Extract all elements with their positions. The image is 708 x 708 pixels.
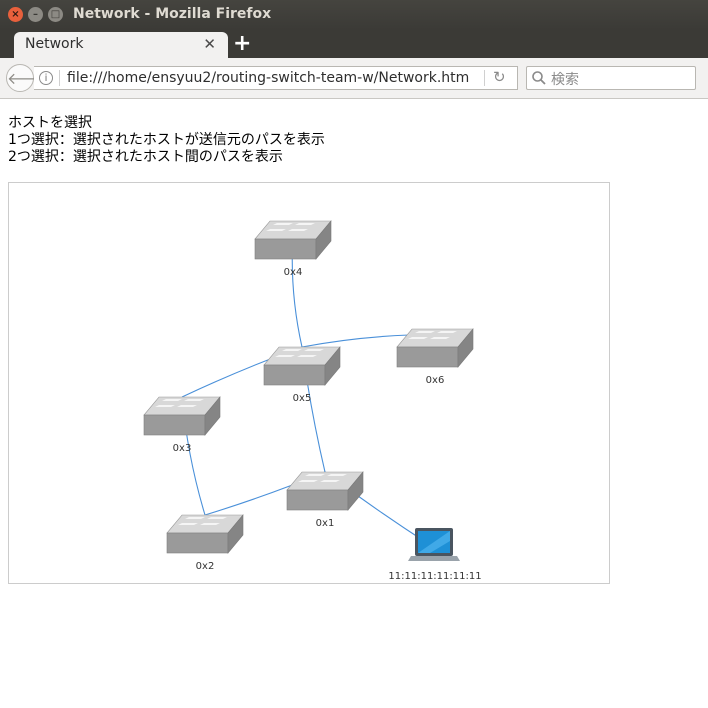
- search-icon: [532, 71, 546, 85]
- switch-node-0x3[interactable]: 0x3: [143, 396, 221, 454]
- switch-front: [286, 489, 349, 511]
- network-graph: 0x4 0x5 0x6 0x3 0x1 0x2 11:11:11:11:11:11: [143, 220, 482, 582]
- instructions: ホストを選択 1つ選択：選択されたホストが送信元のパスを表示 2つ選択：選択され…: [8, 115, 325, 166]
- url-separator: [59, 70, 60, 86]
- node-label: 0x6: [426, 375, 445, 386]
- node-label: 0x3: [173, 443, 192, 454]
- switch-node-0x4[interactable]: 0x4: [254, 220, 332, 278]
- navigation-bar: 🡐 i file:///home/ensyuu2/routing-switch-…: [0, 58, 708, 99]
- tab-bar: Network ✕ +: [0, 30, 708, 58]
- switch-front: [254, 238, 317, 260]
- switch-node-0x1[interactable]: 0x1: [286, 471, 364, 529]
- tab-label: Network: [25, 36, 84, 52]
- minimize-window-button[interactable]: –: [28, 7, 43, 22]
- maximize-window-button[interactable]: □: [48, 7, 63, 22]
- title-bar: × – □ Network - Mozilla Firefox: [0, 0, 708, 30]
- tab-network[interactable]: Network ✕: [14, 32, 228, 58]
- switch-front: [166, 532, 229, 554]
- instruction-line-1: ホストを選択: [8, 115, 92, 131]
- close-window-button[interactable]: ×: [8, 7, 23, 22]
- close-tab-icon[interactable]: ✕: [203, 35, 216, 53]
- switch-node-0x5[interactable]: 0x5: [263, 346, 341, 404]
- url-bar[interactable]: i file:///home/ensyuu2/routing-switch-te…: [34, 66, 518, 90]
- host-node[interactable]: 11:11:11:11:11:11: [388, 528, 482, 582]
- window-title: Network - Mozilla Firefox: [73, 6, 272, 22]
- link-0x5-0x6: [301, 334, 410, 348]
- network-canvas: 0x4 0x5 0x6 0x3 0x1 0x2 11:11:11:11:11:11: [8, 182, 610, 584]
- node-label: 0x4: [284, 267, 303, 278]
- url-text[interactable]: file:///home/ensyuu2/routing-switch-team…: [67, 70, 469, 86]
- laptop-base: [408, 556, 460, 561]
- switch-node-0x6[interactable]: 0x6: [396, 328, 474, 386]
- reload-icon[interactable]: ↻: [493, 68, 506, 86]
- switch-front: [263, 364, 326, 386]
- switch-front: [143, 414, 206, 436]
- node-label: 0x5: [293, 393, 312, 404]
- instruction-line-2: 1つ選択：選択されたホストが送信元のパスを表示: [8, 132, 325, 148]
- switch-front: [396, 346, 459, 368]
- node-label: 0x2: [196, 561, 215, 572]
- switch-node-0x2[interactable]: 0x2: [166, 514, 244, 572]
- back-button[interactable]: 🡐: [6, 64, 50, 92]
- url-separator-right: [484, 70, 485, 86]
- instruction-line-3: 2つ選択：選択されたホスト間のパスを表示: [8, 149, 283, 165]
- info-icon[interactable]: i: [39, 71, 53, 85]
- node-label: 0x1: [316, 518, 335, 529]
- search-placeholder: 検索: [551, 72, 579, 88]
- new-tab-button[interactable]: +: [233, 31, 251, 56]
- search-input[interactable]: 検索: [526, 66, 696, 90]
- node-label: 11:11:11:11:11:11: [388, 571, 481, 582]
